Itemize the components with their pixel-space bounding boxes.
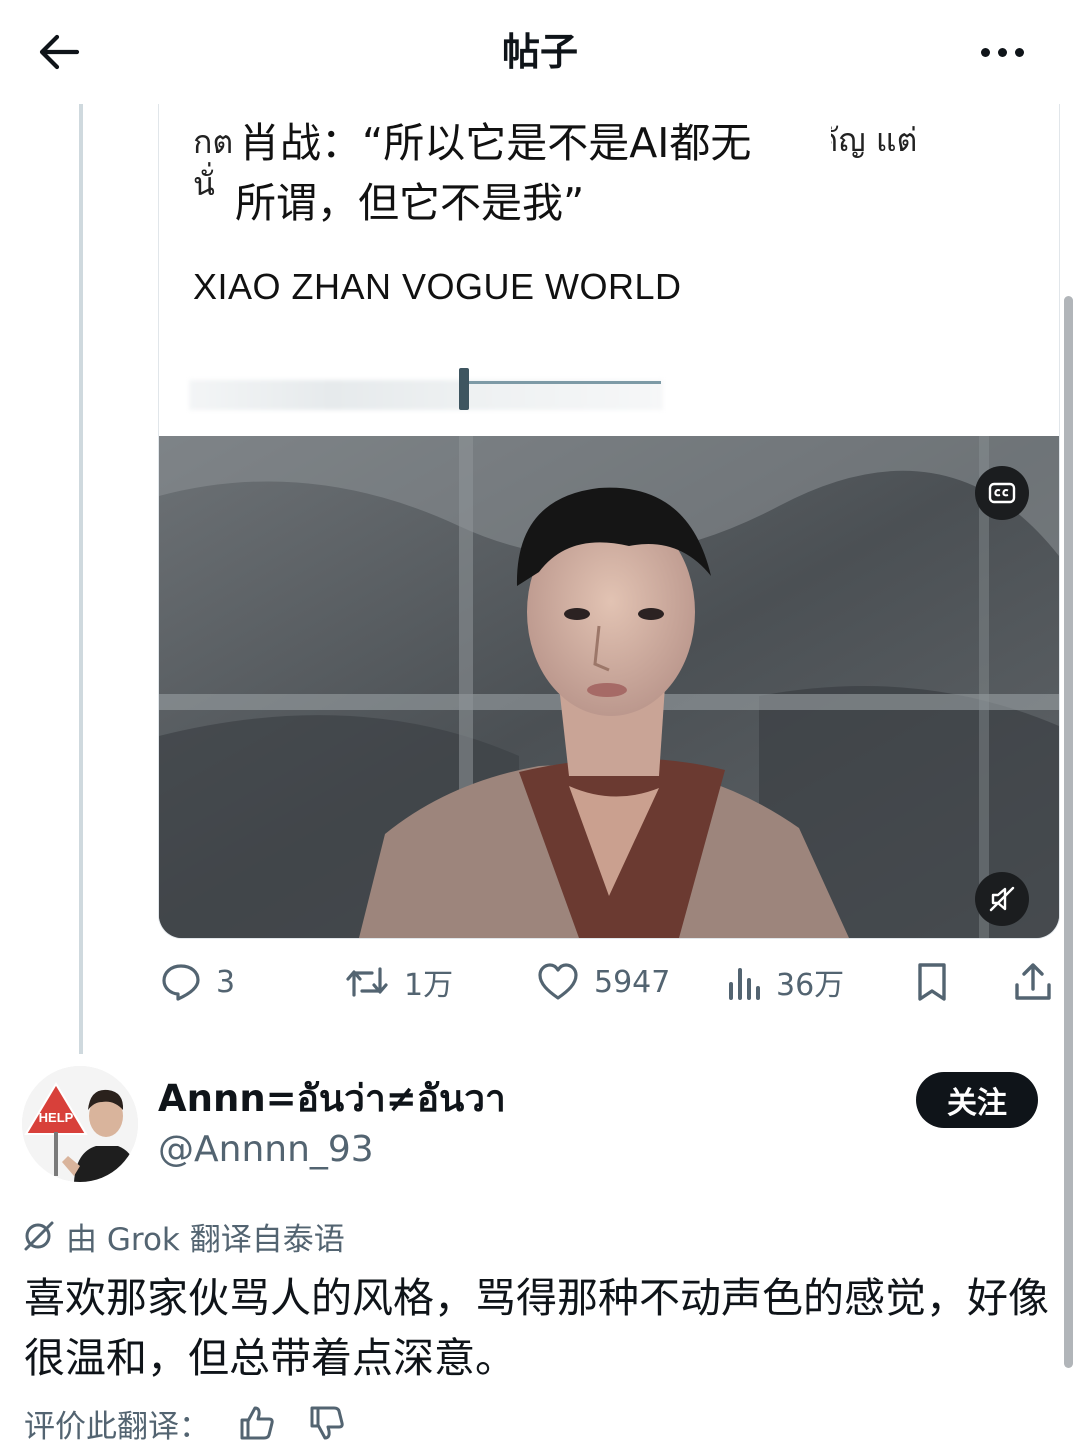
bookmark-button[interactable] [912, 958, 952, 1006]
reply-icon [162, 964, 200, 1001]
share-icon [1015, 963, 1051, 1000]
closed-captions-icon [988, 482, 1016, 504]
reply-count: 3 [216, 964, 236, 1000]
closed-captions-button[interactable] [975, 466, 1029, 520]
avatar-image: HELP [22, 1066, 138, 1182]
thumbs-down-button[interactable] [304, 1400, 350, 1446]
underline-mark [469, 381, 661, 384]
scrollbar[interactable] [1064, 296, 1073, 1368]
avatar-sign-text: HELP [39, 1110, 74, 1125]
reply-author-handle[interactable]: @Annnn_93 [158, 1126, 374, 1174]
thumbs-up-button[interactable] [234, 1400, 280, 1446]
text-cursor-mark [459, 368, 469, 410]
thread-connector-line [79, 104, 83, 1054]
reply-body-text: 喜欢那家伙骂人的风格，骂得那种不动声色的感觉，好像很温和，但总带着点深意。 [24, 1274, 1049, 1382]
views-button[interactable]: 36万 [726, 958, 844, 1006]
quoted-post-card[interactable]: กต นั่ ำคัญ แต่ 肖战：“所以它是不是AI都无 所谓，但它不是我”… [158, 104, 1060, 939]
repost-button[interactable]: 1万 [344, 958, 453, 1006]
page-title: 帖子 [501, 30, 578, 74]
more-horizontal-icon [980, 47, 990, 57]
video-frame [159, 436, 1059, 938]
blurred-text [189, 380, 663, 410]
like-icon [538, 963, 578, 1000]
video-player[interactable] [159, 436, 1059, 938]
reply-author-name[interactable]: Annn=อันว่า≠อันวา [158, 1074, 506, 1124]
thumbs-down-icon [310, 1406, 344, 1440]
follow-button[interactable]: 关注 [916, 1072, 1038, 1128]
share-button[interactable] [1012, 958, 1054, 1006]
like-count: 5947 [594, 964, 671, 1000]
thai-text-fragment: นั่ [193, 165, 215, 203]
rate-translation-label: 评价此翻译： [24, 1408, 210, 1445]
translation-note-text: 由 Grok 翻译自泰语 [66, 1221, 345, 1258]
translation-note: 由 Grok 翻译自泰语 [22, 1214, 345, 1258]
reply-button[interactable]: 3 [160, 958, 235, 1006]
more-options-button[interactable] [974, 34, 1030, 70]
thai-text-fragment: กต [193, 123, 234, 161]
repost-icon [346, 967, 388, 997]
grok-icon [24, 1221, 54, 1251]
volume-muted-icon [989, 886, 1015, 912]
mute-button[interactable] [975, 872, 1029, 926]
bookmark-icon [918, 963, 946, 1001]
views-icon [729, 968, 760, 1000]
avatar[interactable]: HELP [22, 1066, 138, 1182]
views-count: 36万 [776, 968, 845, 1003]
quote-text-line: 所谓，但它不是我” [235, 179, 585, 227]
rate-translation-row: 评价此翻译： [24, 1400, 350, 1446]
repost-count: 1万 [404, 968, 454, 1003]
card-heading: XIAO ZHAN VOGUE WORLD [193, 266, 682, 307]
like-button[interactable]: 5947 [536, 958, 670, 1006]
thumbs-up-icon [240, 1406, 274, 1440]
quote-text-line: 肖战：“所以它是不是AI都无 [239, 119, 752, 167]
